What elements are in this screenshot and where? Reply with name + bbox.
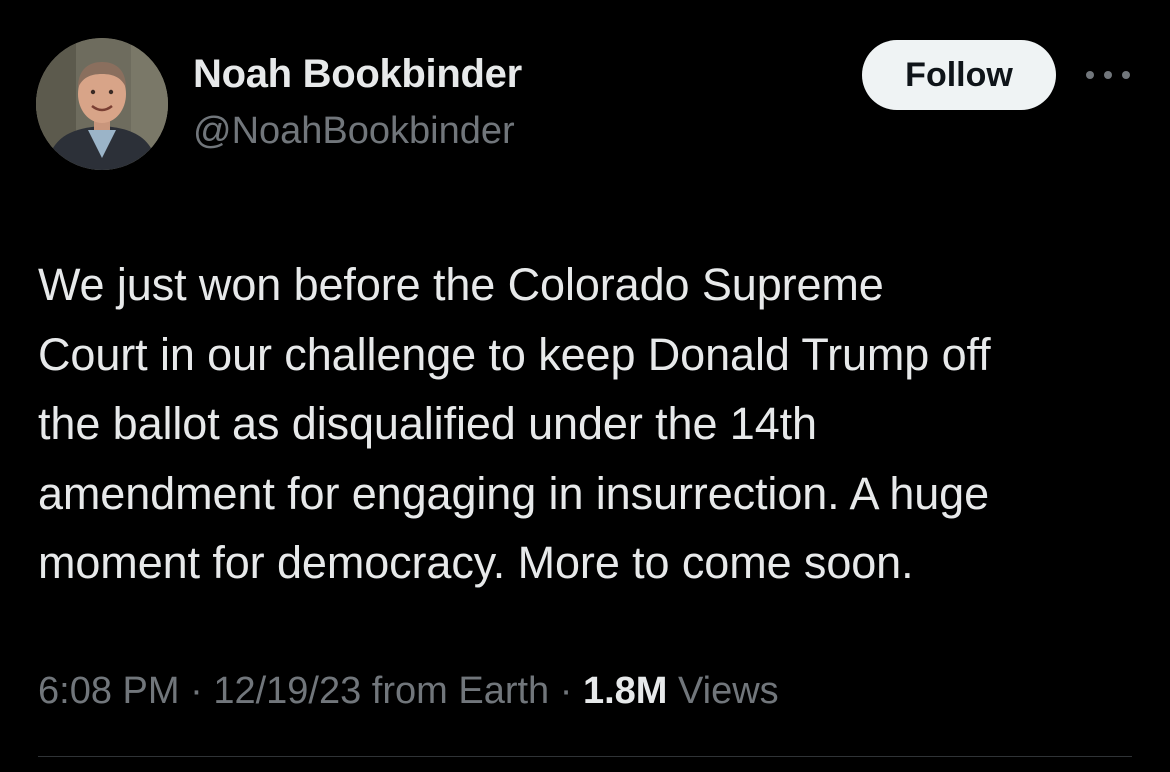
tweet-date-source[interactable]: 12/19/23 from Earth: [213, 670, 549, 712]
author-display-name[interactable]: Noah Bookbinder: [193, 52, 522, 97]
avatar[interactable]: [36, 38, 168, 170]
meta-separator: ·: [179, 670, 214, 712]
divider: [38, 756, 1132, 757]
more-dot: [1086, 71, 1094, 79]
tweet-time[interactable]: 6:08 PM: [38, 670, 180, 712]
tweet-text: We just won before the Colorado Supreme …: [38, 259, 991, 588]
views-label: Views: [667, 670, 779, 712]
avatar-image: [36, 38, 168, 170]
more-dot: [1122, 71, 1130, 79]
tweet-meta: 6:08 PM · 12/19/23 from Earth · 1.8M Vie…: [38, 670, 779, 713]
more-horizontal-icon[interactable]: [1086, 68, 1130, 82]
follow-button[interactable]: Follow: [862, 40, 1056, 110]
meta-separator: ·: [549, 670, 583, 712]
views-count: 1.8M: [582, 670, 668, 712]
more-dot: [1104, 71, 1112, 79]
tweet-card: Noah Bookbinder @NoahBookbinder Follow W…: [0, 0, 1170, 772]
author-handle[interactable]: @NoahBookbinder: [193, 110, 515, 153]
